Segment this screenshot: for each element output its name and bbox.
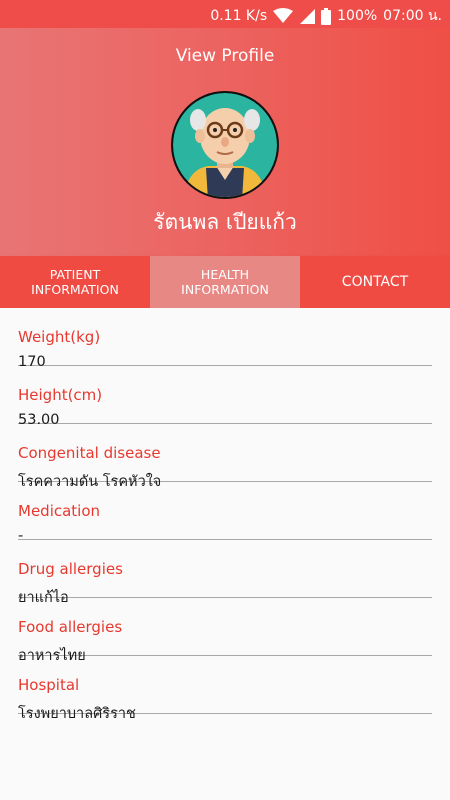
height-label: Height(cm) bbox=[18, 386, 103, 404]
health-information-panel: Weight(kg) 170 Height(cm) 53.00 Congenit… bbox=[0, 308, 450, 800]
height-field: Height(cm) 53.00 bbox=[18, 366, 432, 428]
weight-field: Weight(kg) 170 bbox=[18, 308, 432, 370]
hospital-label: Hospital bbox=[18, 676, 80, 694]
medication-field: Medication - bbox=[18, 482, 432, 544]
tab-patient-information[interactable]: PATIENT INFORMATION bbox=[0, 256, 150, 308]
signal-icon bbox=[300, 9, 316, 24]
battery-icon bbox=[321, 7, 332, 25]
tab-contact[interactable]: CONTACT bbox=[300, 256, 450, 308]
congenital-disease-field: Congenital disease โรคความดัน โรคหัวใจ bbox=[18, 424, 432, 490]
tab-health-information[interactable]: HEALTH INFORMATION bbox=[150, 256, 300, 308]
hospital-field: Hospital โรงพยาบาลศิริราช bbox=[18, 656, 432, 722]
drug-allergies-field: Drug allergies ยาแก้ไอ bbox=[18, 540, 432, 606]
drug-allergies-label: Drug allergies bbox=[18, 560, 123, 578]
hospital-value: โรงพยาบาลศิริราช bbox=[18, 706, 136, 722]
food-allergies-field: Food allergies อาหารไทย bbox=[18, 598, 432, 664]
network-speed: 0.11 K/s bbox=[210, 8, 268, 24]
page-title: View Profile bbox=[175, 46, 275, 66]
avatar bbox=[171, 91, 279, 199]
battery-percent: 100% bbox=[337, 8, 378, 24]
wifi-icon bbox=[273, 8, 294, 23]
tab-bar: PATIENT INFORMATION HEALTH INFORMATION C… bbox=[0, 256, 450, 308]
status-time: 07:00 น. bbox=[383, 8, 442, 24]
patient-name: รัตนพล เปียแก้ว bbox=[153, 210, 297, 234]
medication-label: Medication bbox=[18, 502, 101, 520]
congenital-disease-label: Congenital disease bbox=[18, 444, 161, 462]
food-allergies-label: Food allergies bbox=[18, 618, 123, 636]
status-bar: 0.11 K/s 100% 07:00 น. bbox=[0, 0, 450, 28]
weight-label: Weight(kg) bbox=[18, 328, 101, 346]
